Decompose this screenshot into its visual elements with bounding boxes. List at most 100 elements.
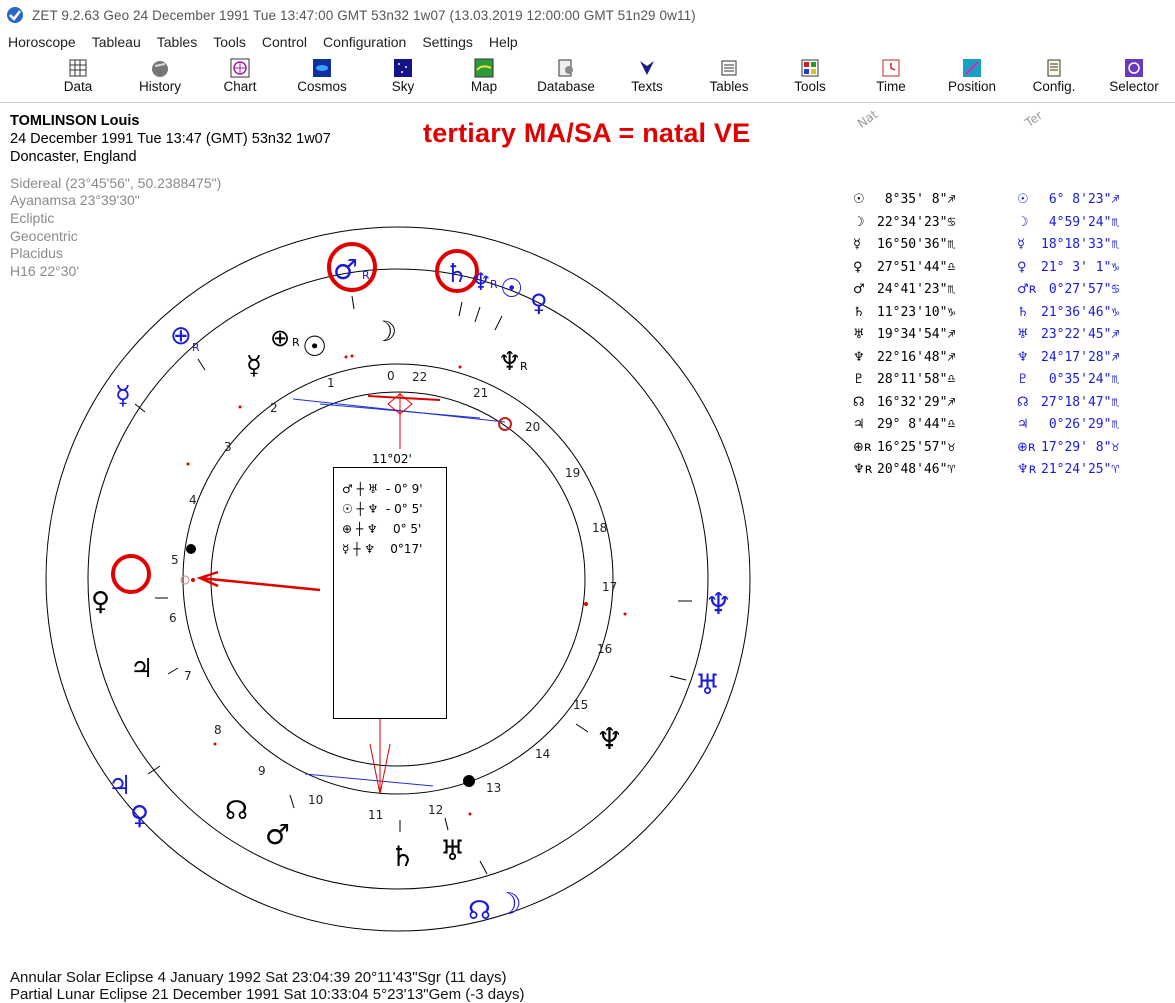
- toolbar-position-label: Position: [947, 79, 997, 94]
- toolbar-database-button[interactable]: Database: [526, 58, 606, 94]
- natal-position-row: ♆ 22°16'48"♐: [853, 350, 955, 365]
- toolbar-time-button[interactable]: Time: [851, 58, 931, 94]
- tertiary-node-glyph: ☊: [468, 896, 491, 926]
- tables-icon: [721, 60, 737, 76]
- texts-icon: [640, 61, 654, 75]
- cusp-circle: [180, 575, 190, 585]
- natal-position-value: 22°16'48"♐: [877, 349, 956, 365]
- eclipse-lunar: Partial Lunar Eclipse 21 December 1991 S…: [10, 986, 525, 1003]
- aspect-line: [367, 395, 441, 401]
- toolbar-history-label: History: [138, 79, 181, 94]
- toolbar-chart-button[interactable]: Chart: [200, 58, 280, 94]
- tertiary-moon-glyph: ☽: [495, 887, 522, 922]
- history-ball-icon: [152, 61, 168, 77]
- natal-position-value: 8°35' 8"♐: [877, 192, 956, 207]
- tertiary-position-row: ♇ 0°35'24"♏: [1017, 372, 1119, 387]
- tertiary-position-row: ♂ʀ 0°27'57"♋: [1017, 282, 1119, 297]
- red-marker: [350, 354, 354, 358]
- highlight-circle: [111, 554, 151, 594]
- tertiary-r-marker: R: [362, 269, 370, 282]
- tertiary-planet-symbol: ♄: [1017, 304, 1029, 320]
- house-number: 1: [327, 376, 335, 390]
- menu-settings[interactable]: Settings: [422, 34, 473, 50]
- toolbar-tools-button[interactable]: Tools: [770, 58, 850, 94]
- annotation-title: tertiary MA/SA = natal VE: [423, 118, 751, 148]
- toolbar-texts-button[interactable]: Texts: [607, 58, 687, 94]
- menu-help[interactable]: Help: [489, 34, 518, 50]
- setting-placidus: Placidus: [10, 245, 63, 261]
- toolbar-position-button[interactable]: Position: [932, 58, 1012, 94]
- setting-ecliptic: Ecliptic: [10, 210, 55, 226]
- menu-horoscope[interactable]: Horoscope: [8, 34, 76, 50]
- red-marker: [344, 355, 348, 359]
- tertiary-planet-symbol: ♅: [1017, 327, 1029, 342]
- toolbar-history-button[interactable]: History: [120, 58, 200, 94]
- sky-stars-icon: [394, 59, 412, 77]
- selector-icon: [1125, 59, 1143, 77]
- red-marker: [213, 742, 217, 746]
- house-number: 19: [565, 466, 580, 480]
- toolbar-tables-button[interactable]: Tables: [689, 58, 769, 94]
- menu-tables[interactable]: Tables: [157, 34, 197, 50]
- planet-tick: [494, 315, 503, 331]
- natal-position-row: ♆ʀ 20°48'46"♈: [853, 462, 955, 477]
- tertiary-uranus2-glyph: ♅: [695, 668, 720, 701]
- toolbar-data-button[interactable]: Data: [38, 58, 118, 94]
- red-marker: [584, 602, 588, 606]
- eclipse-solar: Annular Solar Eclipse 4 January 1992 Sat…: [10, 969, 507, 986]
- red-marker: [458, 365, 462, 369]
- natal-moon-glyph: ☽: [372, 315, 397, 348]
- menu-control[interactable]: Control: [262, 34, 307, 50]
- natal-planet-symbol: ♆: [853, 349, 865, 365]
- toolbar-cosmos-button[interactable]: Cosmos: [282, 58, 362, 94]
- cusp-dot: [463, 775, 475, 787]
- natal-position-row: ♅ 19°34'54"♐: [853, 327, 955, 342]
- toolbar-map-button[interactable]: Map: [444, 58, 524, 94]
- natal-planet-symbol: ♇: [853, 372, 865, 387]
- red-marker: [238, 405, 242, 409]
- menu-configuration[interactable]: Configuration: [323, 34, 406, 50]
- red-marker: [191, 578, 195, 582]
- natal-planet-symbol: ☽: [853, 214, 865, 230]
- menu-tools[interactable]: Tools: [213, 34, 246, 50]
- tertiary-planet-symbol: ☽: [1017, 214, 1029, 230]
- tertiary-position-value: 4°59'24"♏: [1041, 214, 1120, 230]
- natal-position-value: 20°48'46"♈: [877, 462, 956, 477]
- planet-tick: [134, 403, 146, 413]
- house-number: 22: [412, 370, 427, 384]
- tertiary-neptune-glyph: ♆: [705, 587, 732, 622]
- natal-saturn-glyph: ♄: [390, 840, 415, 873]
- natal-venus-glyph: ♀: [91, 587, 110, 617]
- toolbar-selector-button[interactable]: Selector: [1094, 58, 1174, 94]
- toolbar-sky-button[interactable]: Sky: [363, 58, 443, 94]
- tertiary-planet-symbol: ☊: [1017, 394, 1029, 410]
- tertiary-position-value: 21°36'46"♑: [1041, 304, 1120, 320]
- tertiary-planet-symbol: ☿: [1017, 237, 1025, 252]
- tertiary-saturn-glyph: ♄: [445, 259, 468, 289]
- person-place: Doncaster, England: [10, 149, 137, 165]
- house-number: 14: [535, 747, 550, 761]
- tertiary-position-row: ⊕ʀ 17°29' 8"♉: [1017, 440, 1119, 455]
- tertiary-position-row: ♀ 21° 3' 1"♑: [1017, 260, 1119, 275]
- toolbar-tools-label: Tools: [794, 79, 826, 94]
- tertiary-position-value: 21° 3' 1"♑: [1041, 259, 1120, 275]
- natal-position-value: 28°11'58"♎: [877, 372, 956, 387]
- natal-position-row: ☊ 16°32'29"♐: [853, 395, 955, 410]
- tertiary-planet-symbol: ♇: [1017, 372, 1029, 387]
- person-name: TOMLINSON Louis: [10, 113, 140, 129]
- house-number: 3: [224, 440, 232, 454]
- natal-position-value: 16°50'36"♏: [877, 237, 956, 252]
- toolbar-map-label: Map: [470, 79, 498, 94]
- natal-neptune-glyph: ♆: [596, 722, 623, 757]
- house-number: 7: [184, 669, 192, 683]
- toolbar-config-button[interactable]: Config.: [1014, 58, 1094, 94]
- toolbar-chart-label: Chart: [223, 79, 257, 94]
- tertiary-position-value: 0°27'57"♋: [1041, 282, 1120, 297]
- tertiary-jupiter-glyph: ♃: [108, 771, 131, 801]
- natal-column-header: Nat: [854, 107, 881, 131]
- menu-bar: Horoscope Tableau Tables Tools Control C…: [0, 31, 1175, 53]
- house-number: 15: [573, 698, 588, 712]
- natal-planet-symbol: ♂: [853, 282, 865, 297]
- menu-tableau[interactable]: Tableau: [92, 34, 141, 50]
- natal-position-row: ☉ 8°35' 8"♐: [853, 192, 955, 207]
